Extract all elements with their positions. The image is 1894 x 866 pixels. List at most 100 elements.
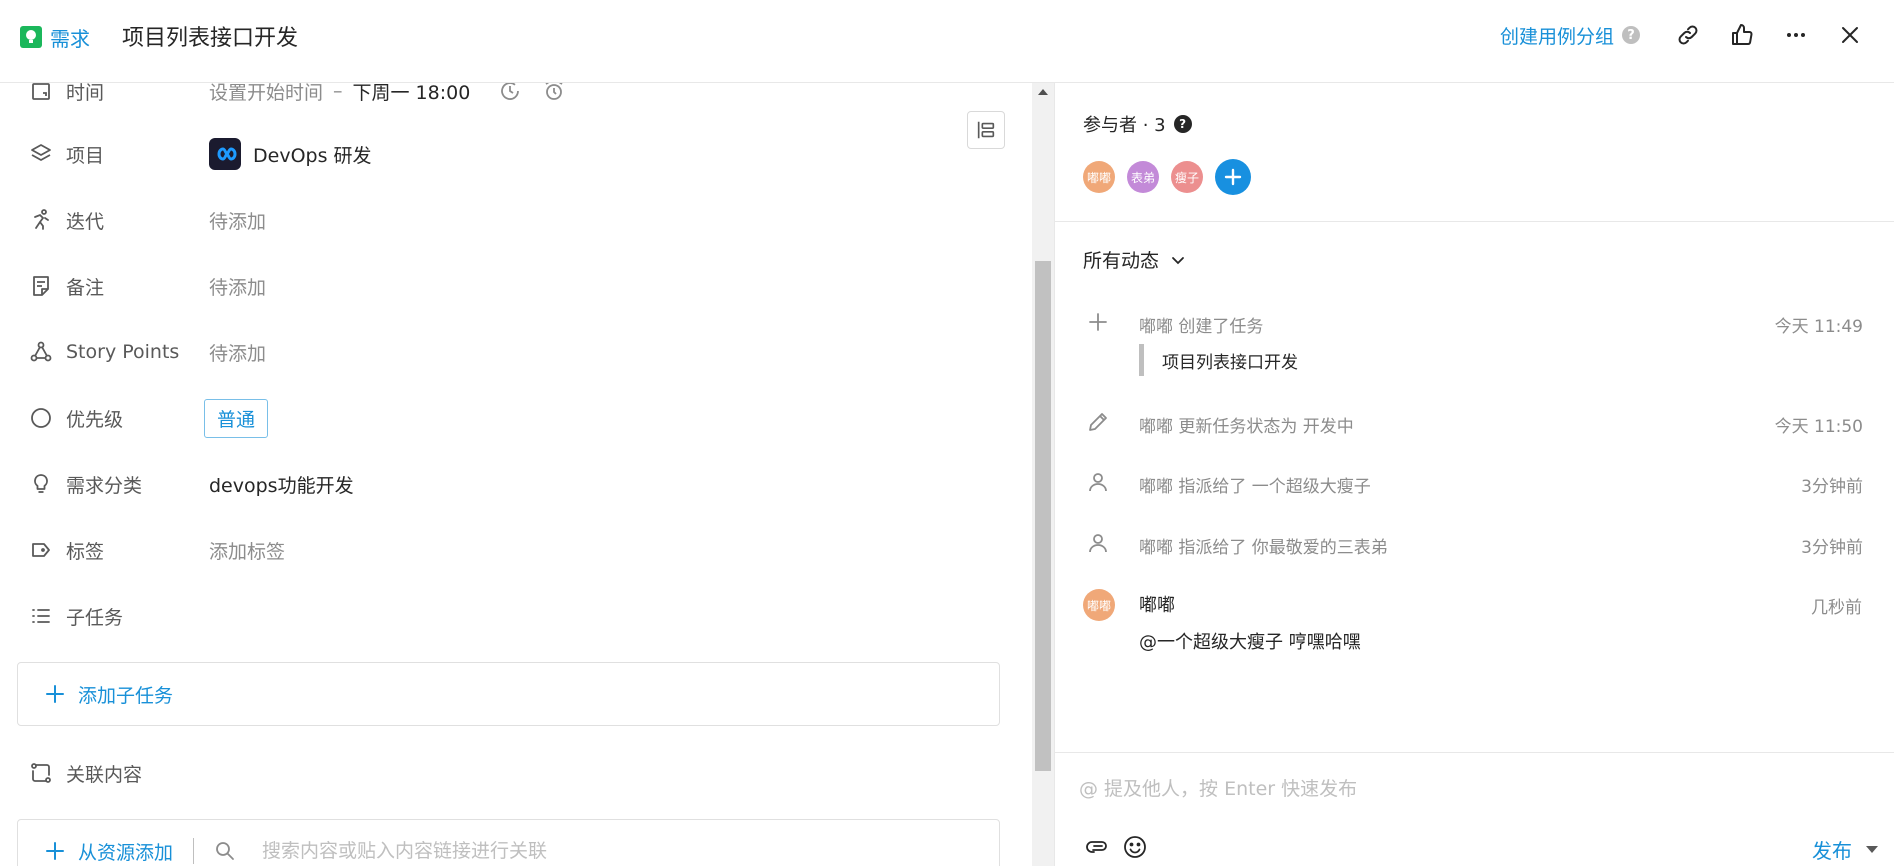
activity-filter-dropdown[interactable]: 所有动态 <box>1083 246 1187 273</box>
note-value[interactable]: 待添加 <box>209 273 266 300</box>
activity-filter-label: 所有动态 <box>1083 250 1160 272</box>
comment-time: 几秒前 <box>1811 598 1862 618</box>
repeat-icon[interactable] <box>498 83 522 103</box>
caret-down-icon[interactable] <box>1866 846 1878 853</box>
help-icon[interactable]: ? <box>1622 26 1640 44</box>
pencil-icon <box>1085 409 1111 435</box>
avatar[interactable]: 表弟 <box>1127 161 1159 193</box>
add-tag-button[interactable]: 添加标签 <box>209 537 285 564</box>
publish-button[interactable]: 发布 <box>1812 835 1878 864</box>
field-label: 关联内容 <box>66 763 143 786</box>
field-tags: 标签 添加标签 <box>0 530 1010 570</box>
subtask-box: 添加子任务 <box>17 662 1000 726</box>
activity-text: 嘟嘟 更新任务状态为 开发中 <box>1139 417 1354 437</box>
activity-item: 嘟嘟 指派给了 你最敬爱的三表弟 3分钟前 <box>1055 526 1894 562</box>
add-participant-button[interactable] <box>1215 159 1251 195</box>
thumbs-up-icon[interactable] <box>1730 23 1754 47</box>
list-icon <box>28 603 54 629</box>
field-label: 需求分类 <box>66 474 143 497</box>
chevron-down-icon <box>1172 256 1184 264</box>
plus-icon <box>44 840 66 862</box>
comment-body: @一个超级大瘦子 哼嘿哈嘿 <box>1139 632 1361 653</box>
more-icon[interactable] <box>1784 23 1808 47</box>
participant-avatars: 嘟嘟 表弟 瘦子 <box>1083 159 1251 195</box>
avatar[interactable]: 瘦子 <box>1171 161 1203 193</box>
scroll-thumb[interactable] <box>1035 261 1051 771</box>
relation-icon <box>28 760 54 786</box>
close-icon[interactable] <box>1838 23 1862 47</box>
project-logo-icon <box>209 138 241 170</box>
participants-header: 参与者 · 3 ? <box>1083 111 1192 137</box>
field-project: 项目 DevOps 研发 <box>0 134 1010 174</box>
requirement-icon <box>20 26 42 48</box>
page-title[interactable]: 项目列表接口开发 <box>122 20 298 52</box>
field-label: 项目 <box>66 144 105 167</box>
field-story-points: Story Points 待添加 <box>0 332 1010 372</box>
time-separator: – <box>333 83 343 102</box>
scroll-up-arrow[interactable] <box>1038 89 1048 95</box>
header-actions: 创建用例分组 ? <box>1500 0 1894 70</box>
field-priority: 优先级 普通 <box>0 398 1010 438</box>
plus-icon <box>1224 168 1242 186</box>
circle-icon <box>28 405 54 431</box>
calendar-icon <box>28 83 54 104</box>
field-label: 子任务 <box>66 606 124 629</box>
activity-time: 3分钟前 <box>1801 477 1863 497</box>
field-note: 备注 待添加 <box>0 266 1010 306</box>
activity-item: 嘟嘟 指派给了 一个超级大瘦子 3分钟前 <box>1055 465 1894 501</box>
alarm-icon[interactable] <box>542 83 566 103</box>
activity-panel: 参与者 · 3 ? 嘟嘟 表弟 瘦子 所有动态 嘟嘟 创建了任务 今天 11:4… <box>1054 83 1894 866</box>
field-time: 时间 设置开始时间 – 下周一 18:00 <box>0 83 1010 111</box>
sprint-icon <box>28 207 54 233</box>
field-label: 优先级 <box>66 408 124 431</box>
field-related: 关联内容 <box>0 753 1010 793</box>
project-name: DevOps 研发 <box>253 144 372 167</box>
plus-icon <box>1085 309 1111 335</box>
participants-label: 参与者 · 3 <box>1083 115 1166 136</box>
comment-input[interactable] <box>1079 778 1869 800</box>
link-icon[interactable] <box>1676 23 1700 47</box>
activity-quote: 项目列表接口开发 <box>1139 344 1539 376</box>
field-value: 普通 <box>204 398 269 438</box>
field-subtasks: 子任务 <box>0 596 1010 636</box>
related-box: 从资源添加 <box>17 819 1000 866</box>
add-from-resource-label: 从资源添加 <box>78 841 174 864</box>
user-icon <box>1085 469 1111 495</box>
field-label: 迭代 <box>66 210 105 233</box>
related-search-input[interactable] <box>262 840 823 862</box>
user-icon <box>1085 530 1111 556</box>
avatar[interactable]: 嘟嘟 <box>1083 589 1115 621</box>
create-case-group-link[interactable]: 创建用例分组 <box>1500 22 1614 49</box>
iteration-value[interactable]: 待添加 <box>209 207 266 234</box>
add-subtask-label: 添加子任务 <box>78 684 174 707</box>
plus-icon <box>44 683 66 705</box>
field-value[interactable]: DevOps 研发 <box>209 138 372 170</box>
end-time-value[interactable]: 下周一 18:00 <box>353 83 471 105</box>
task-fields-panel: 时间 设置开始时间 – 下周一 18:00 项目 DevOps 研发 迭代 待添… <box>0 83 1032 866</box>
field-label: 备注 <box>66 276 105 299</box>
start-time-input[interactable]: 设置开始时间 <box>209 83 323 105</box>
add-subtask-button[interactable]: 添加子任务 <box>44 681 173 708</box>
scrollbar[interactable] <box>1032 83 1054 866</box>
activity-time: 今天 11:50 <box>1774 417 1863 437</box>
type-label: 需求 <box>50 26 90 51</box>
layers-icon <box>28 141 54 167</box>
network-icon <box>28 339 54 365</box>
attachment-icon[interactable] <box>1083 833 1111 861</box>
activity-item: 嘟嘟 创建了任务 今天 11:49 <box>1055 305 1894 341</box>
field-label: Story Points <box>66 341 180 363</box>
activity-item: 嘟嘟 更新任务状态为 开发中 今天 11:50 <box>1055 405 1894 441</box>
category-value[interactable]: devops功能开发 <box>209 471 354 498</box>
activity-time: 3分钟前 <box>1801 538 1863 558</box>
story-points-value[interactable]: 待添加 <box>209 339 266 366</box>
emoji-icon[interactable] <box>1121 833 1149 861</box>
publish-label: 发布 <box>1812 839 1852 863</box>
activity-text: 嘟嘟 指派给了 你最敬爱的三表弟 <box>1139 538 1388 558</box>
divider <box>1055 221 1894 222</box>
field-value: 设置开始时间 – 下周一 18:00 <box>209 83 566 105</box>
add-from-resource-button[interactable]: 从资源添加 <box>44 838 173 865</box>
help-icon[interactable]: ? <box>1173 115 1192 133</box>
avatar[interactable]: 嘟嘟 <box>1083 161 1115 193</box>
priority-tag[interactable]: 普通 <box>204 398 269 438</box>
type-tag[interactable]: 需求 <box>20 24 90 51</box>
